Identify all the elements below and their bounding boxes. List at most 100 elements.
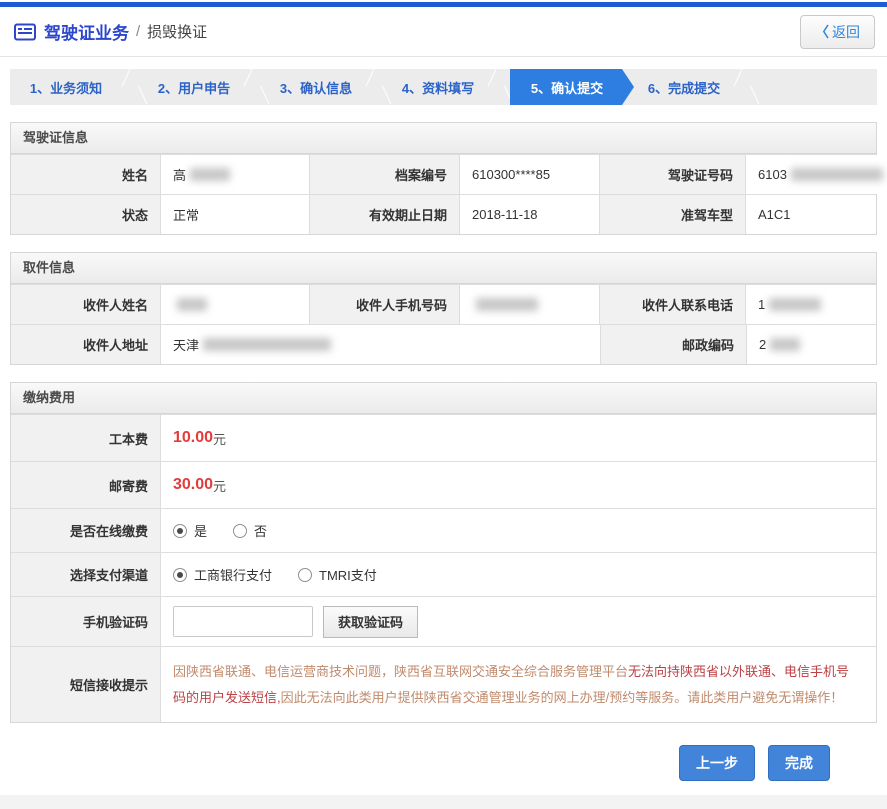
sms-code-label: 手机验证码 [11,597,161,646]
footer-actions: 上一步 完成 [0,723,887,795]
recipient-name-value [161,285,310,324]
page-header: 驾驶证业务 / 损毁换证 〈返回 [0,7,887,57]
step-3-confirm-info[interactable]: 3、确认信息 [266,69,366,105]
step-1-business-notice[interactable]: 1、业务须知 [10,69,122,105]
sms-notice-label: 短信接收提示 [11,647,161,722]
postage-fee-value: 30.00 元 [161,462,876,508]
step-separator [243,69,270,105]
vehicle-class-value: A1C1 [746,195,876,234]
back-chevron-icon: 〈 [815,23,829,40]
channel-tmri-option[interactable]: TMRI支付 [298,565,377,584]
breadcrumb-current: 损毁换证 [147,24,208,41]
radio-unchecked-icon[interactable] [233,523,248,538]
work-fee-row: 工本费 10.00 元 [11,414,876,461]
vehicle-class-label: 准驾车型 [600,195,746,234]
name-value: 高 [161,155,310,194]
footer-band [0,795,887,809]
radio-checked-icon[interactable] [173,567,187,582]
step-2-user-declaration[interactable]: 2、用户申告 [144,69,244,105]
radio-unchecked-icon[interactable] [298,567,313,582]
step-separator [487,69,514,105]
sms-notice-text: 因陕西省联通、电信运营商技术问题，陕西省互联网交通安全综合服务管理平台无法向持陕… [161,647,876,722]
step-separator [365,69,392,105]
recipient-tel-value: 1 [746,285,876,324]
work-fee-amount: 10.00 [173,429,214,446]
recipient-mobile-label: 收件人手机号码 [310,285,460,324]
recipient-address-label: 收件人地址 [11,325,161,364]
postage-fee-label: 邮寄费 [11,462,161,508]
channel-icbc-option[interactable]: 工商银行支付 [173,565,272,584]
table-row: 收件人地址 天津 邮政编码 2 [11,324,876,364]
recipient-name-label: 收件人姓名 [11,285,161,324]
page-title: 驾驶证业务 [44,24,129,43]
step-progress-bar: 1、业务须知 2、用户申告 3、确认信息 4、资料填写 5、确认提交 6、完成提… [10,69,877,105]
online-pay-options: 是 否 [161,509,876,552]
sms-code-input[interactable] [173,606,313,637]
license-business-icon [14,23,36,40]
table-row: 状态 正常 有效期止日期 2018-11-18 准驾车型 A1C1 [11,194,876,234]
license-number-label: 驾驶证号码 [600,155,746,194]
masked-recipient-mobile [476,298,538,311]
status-value: 正常 [161,195,310,234]
step-separator [733,69,760,105]
masked-postcode [770,338,801,351]
masked-recipient-name [177,298,207,311]
work-fee-label: 工本费 [11,415,161,461]
masked-recipient-address [203,338,332,351]
pickup-info-section: 取件信息 收件人姓名 收件人手机号码 收件人联系电话 1 收件人地址 天津 邮政… [10,252,877,365]
pay-channel-label: 选择支付渠道 [11,553,161,596]
masked-name [190,168,231,181]
breadcrumb-separator: / [136,23,141,40]
postage-fee-amount: 30.00 [173,476,214,493]
recipient-mobile-value [460,285,600,324]
pickup-section-title: 取件信息 [11,253,876,284]
valid-until-label: 有效期止日期 [310,195,460,234]
status-label: 状态 [11,195,161,234]
pay-channel-row: 选择支付渠道 工商银行支付 TMRI支付 [11,552,876,596]
channel-icbc-label: 工商银行支付 [194,568,273,583]
recipient-address-value: 天津 [161,325,601,364]
channel-tmri-label: TMRI支付 [319,568,377,583]
file-number-value: 610300****85 [460,155,600,194]
sms-notice-segment: 因此无法向此类用户提供陕西省交通管理业务的网上办理/预约等服务。请此类用户避免无… [280,689,844,705]
masked-recipient-tel [769,298,822,311]
payment-section: 缴纳费用 工本费 10.00 元 邮寄费 30.00 元 是否在线缴费 是 否 选择… [10,382,877,723]
license-number-value: 6103 [746,155,883,194]
work-fee-unit: 元 [213,431,227,447]
file-number-label: 档案编号 [310,155,460,194]
sms-code-controls: 获取验证码 [161,597,876,646]
step-4-fill-data[interactable]: 4、资料填写 [388,69,488,105]
step-separator [121,69,148,105]
previous-step-button[interactable]: 上一步 [679,745,755,781]
online-pay-label: 是否在线缴费 [11,509,161,552]
sms-code-row: 手机验证码 获取验证码 [11,596,876,646]
online-pay-no-option[interactable]: 否 [233,521,267,540]
online-pay-no-label: 否 [254,524,268,539]
online-pay-yes-label: 是 [194,524,208,539]
work-fee-value: 10.00 元 [161,415,876,461]
valid-until-value: 2018-11-18 [460,195,600,234]
sms-notice-row: 短信接收提示 因陕西省联通、电信运营商技术问题，陕西省互联网交通安全综合服务管理… [11,646,876,722]
online-pay-row: 是否在线缴费 是 否 [11,508,876,552]
license-section-title: 驾驶证信息 [11,123,876,154]
finish-button[interactable]: 完成 [768,745,830,781]
table-row: 姓名 高 档案编号 610300****85 驾驶证号码 6103 [11,154,883,194]
back-button[interactable]: 〈返回 [800,14,875,49]
step-6-complete-submit[interactable]: 6、完成提交 [634,69,734,105]
recipient-tel-label: 收件人联系电话 [600,285,746,324]
postage-fee-unit: 元 [213,478,227,494]
license-info-section: 驾驶证信息 姓名 高 档案编号 610300****85 驾驶证号码 6103 … [10,122,883,235]
radio-checked-icon[interactable] [173,523,187,538]
step-5-confirm-submit-active[interactable]: 5、确认提交 [510,69,634,105]
name-label: 姓名 [11,155,161,194]
back-button-label: 返回 [832,23,860,40]
masked-license-number [790,168,883,181]
payment-section-title: 缴纳费用 [11,383,876,414]
step-bar-filler [756,69,877,105]
online-pay-yes-option[interactable]: 是 [173,521,207,540]
pay-channel-options: 工商银行支付 TMRI支付 [161,553,876,596]
postcode-label: 邮政编码 [601,325,747,364]
postcode-value: 2 [747,325,876,364]
sms-notice-segment: 因陕西省联通、电信运营商技术问题，陕西省互联网交通安全综合服务管理平台 [173,664,629,680]
get-sms-code-button[interactable]: 获取验证码 [323,605,419,638]
